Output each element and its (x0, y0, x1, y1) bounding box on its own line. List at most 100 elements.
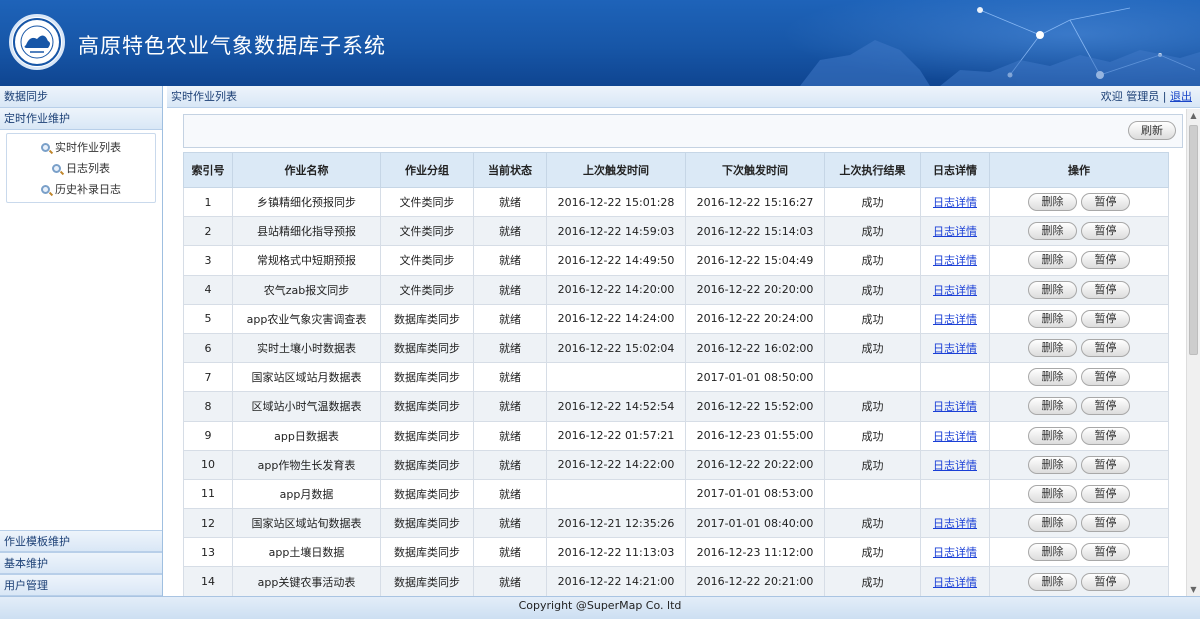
table-cell: 成功 (824, 537, 921, 568)
scroll-down-arrow-icon[interactable]: ▼ (1187, 583, 1200, 596)
table-cell: 常规格式中短期预报 (232, 245, 381, 276)
refresh-button[interactable]: 刷新 (1128, 121, 1176, 140)
pause-button[interactable]: 暂停 (1081, 280, 1130, 299)
table-cell: 2 (183, 216, 233, 247)
pause-button[interactable]: 暂停 (1081, 484, 1130, 503)
column-header: 当前状态 (473, 152, 547, 188)
table-cell: 2016-12-22 15:02:04 (546, 332, 686, 364)
delete-button[interactable]: 删除 (1028, 514, 1077, 533)
log-detail-link[interactable]: 日志详情 (933, 400, 977, 413)
table-cell: 就绪 (473, 303, 547, 334)
pause-button[interactable]: 暂停 (1081, 339, 1130, 358)
sidebar-section-job-template[interactable]: 作业模板维护 (0, 530, 162, 552)
table-cell: 区域站小时气温数据表 (232, 391, 381, 422)
table-cell: 2016-12-22 16:02:00 (685, 332, 825, 364)
table-cell: 成功 (824, 216, 921, 247)
table-cell: 成功 (824, 245, 921, 276)
log-detail-link[interactable]: 日志详情 (933, 284, 977, 297)
scroll-up-arrow-icon[interactable]: ▲ (1187, 109, 1200, 122)
sidebar-section-scheduled-job[interactable]: 定时作业维护 (0, 108, 162, 130)
log-detail-cell: 日志详情 (920, 391, 990, 422)
table-cell: 2016-12-22 20:20:00 (685, 274, 825, 305)
actions-cell: 删除 暂停 (989, 420, 1169, 451)
sidebar-item-log-list[interactable]: 日志列表 (7, 158, 155, 179)
footer: Copyright @SuperMap Co. ltd (0, 596, 1200, 619)
pause-button[interactable]: 暂停 (1081, 514, 1130, 533)
vertical-scrollbar[interactable]: ▲ ▼ (1186, 109, 1200, 596)
sidebar-item-realtime-jobs[interactable]: 实时作业列表 (7, 137, 155, 158)
delete-button[interactable]: 删除 (1028, 543, 1077, 562)
log-detail-link[interactable]: 日志详情 (933, 225, 977, 238)
table-cell: 成功 (824, 391, 921, 422)
table-body: 1 乡镇精细化预报同步 文件类同步 就绪 2016-12-22 15:01:28 2016… (183, 186, 1169, 596)
log-detail-link[interactable]: 日志详情 (933, 517, 977, 530)
log-detail-link[interactable]: 日志详情 (933, 546, 977, 559)
delete-button[interactable]: 删除 (1028, 426, 1077, 445)
pause-button[interactable]: 暂停 (1081, 193, 1130, 212)
actions-cell: 删除 暂停 (989, 508, 1169, 539)
table-cell: 2016-12-22 14:20:00 (546, 274, 686, 305)
pause-button[interactable]: 暂停 (1081, 251, 1130, 270)
delete-button[interactable]: 删除 (1028, 484, 1077, 503)
sidebar-section-user-management[interactable]: 用户管理 (0, 574, 162, 596)
delete-button[interactable]: 删除 (1028, 309, 1077, 328)
table-cell: 乡镇精细化预报同步 (232, 186, 381, 218)
table-cell: 2017-01-01 08:40:00 (685, 508, 825, 539)
logo (9, 14, 65, 70)
delete-button[interactable]: 删除 (1028, 572, 1077, 591)
log-detail-link[interactable]: 日志详情 (933, 342, 977, 355)
pause-button[interactable]: 暂停 (1081, 309, 1130, 328)
log-detail-link[interactable]: 日志详情 (933, 313, 977, 326)
table-cell: app农业气象灾害调查表 (232, 303, 381, 334)
table-cell: 国家站区域站旬数据表 (232, 508, 381, 539)
delete-button[interactable]: 删除 (1028, 339, 1077, 358)
table-cell: 数据库类同步 (380, 420, 474, 451)
job-table: 索引号 作业名称 作业分组 当前状态 上次触发时间 下次触发时间 上次执行结果 日志详情 操作 … (183, 152, 1169, 596)
table-cell: 2016-12-22 14:59:03 (546, 216, 686, 247)
delete-button[interactable]: 删除 (1028, 397, 1077, 416)
delete-button[interactable]: 删除 (1028, 280, 1077, 299)
log-detail-link[interactable]: 日志详情 (933, 196, 977, 209)
logout-link[interactable]: 退出 (1170, 90, 1192, 103)
log-detail-link[interactable]: 日志详情 (933, 254, 977, 267)
table-cell: 就绪 (473, 449, 547, 480)
column-header: 操作 (989, 152, 1169, 188)
table-row: 13 app土壤日数据 数据库类同步 就绪 2016-12-22 11:13:03 201… (183, 537, 1169, 568)
scroll-thumb[interactable] (1189, 125, 1198, 355)
pause-button[interactable]: 暂停 (1081, 426, 1130, 445)
delete-button[interactable]: 删除 (1028, 368, 1077, 387)
sidebar-section-data-sync[interactable]: 数据同步 (0, 86, 162, 108)
table-cell: 2016-12-22 11:13:03 (546, 537, 686, 568)
log-detail-link[interactable]: 日志详情 (933, 459, 977, 472)
delete-button[interactable]: 删除 (1028, 193, 1077, 212)
log-detail-cell: 日志详情 (920, 566, 990, 596)
pause-button[interactable]: 暂停 (1081, 368, 1130, 387)
pause-button[interactable]: 暂停 (1081, 222, 1130, 241)
table-row: 5 app农业气象灾害调查表 数据库类同步 就绪 2016-12-22 14:24:00… (183, 303, 1169, 334)
table-cell: 就绪 (473, 186, 547, 218)
table-cell (546, 478, 686, 510)
actions-cell: 删除 暂停 (989, 362, 1169, 393)
sidebar-item-history-log[interactable]: 历史补录日志 (7, 179, 155, 200)
log-detail-link[interactable]: 日志详情 (933, 576, 977, 589)
table-cell: 数据库类同步 (380, 537, 474, 568)
log-detail-link[interactable]: 日志详情 (933, 430, 977, 443)
sidebar-section-basic-maintenance[interactable]: 基本维护 (0, 552, 162, 574)
pause-button[interactable]: 暂停 (1081, 543, 1130, 562)
delete-button[interactable]: 删除 (1028, 251, 1077, 270)
column-header: 上次执行结果 (824, 152, 921, 188)
pause-button[interactable]: 暂停 (1081, 397, 1130, 416)
delete-button[interactable]: 删除 (1028, 455, 1077, 474)
table-cell (824, 362, 921, 393)
pause-button[interactable]: 暂停 (1081, 572, 1130, 591)
app-title: 高原特色农业气象数据库子系统 (78, 34, 386, 58)
delete-button[interactable]: 删除 (1028, 222, 1077, 241)
pause-button[interactable]: 暂停 (1081, 455, 1130, 474)
table-cell: 就绪 (473, 216, 547, 247)
table-cell: 2016-12-23 11:12:00 (685, 537, 825, 568)
table-cell: 数据库类同步 (380, 566, 474, 596)
table-row: 8 区域站小时气温数据表 数据库类同步 就绪 2016-12-22 14:52:54 20… (183, 391, 1169, 422)
table-cell: 国家站区域站月数据表 (232, 362, 381, 393)
actions-cell: 删除 暂停 (989, 274, 1169, 305)
sidebar-item-label: 历史补录日志 (55, 183, 121, 196)
